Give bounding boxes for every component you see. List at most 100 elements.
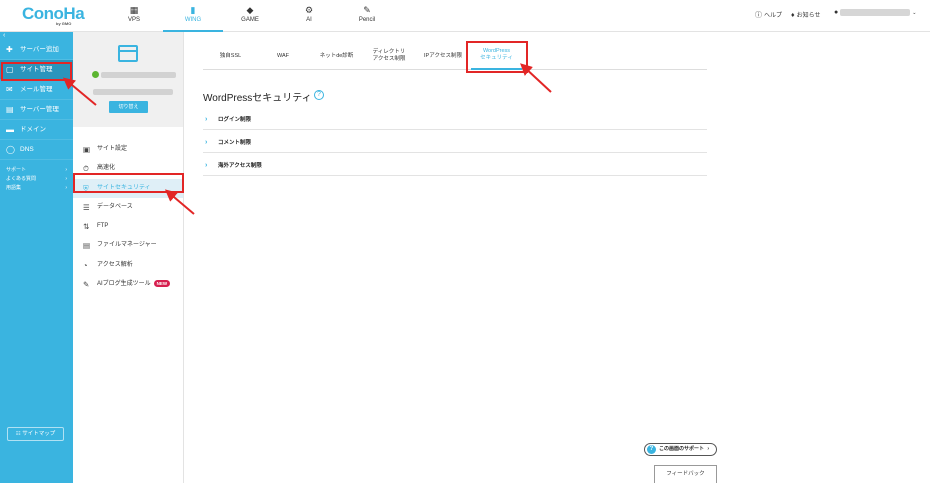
support-label: この画面のサポート (659, 446, 705, 452)
nav-sub-label: よくある質問 (6, 176, 37, 182)
nav-item-domain[interactable]: ▬ ドメイン (0, 120, 73, 140)
nav-sub-support[interactable]: サポート › (0, 166, 73, 175)
ai-blog-icon: ✎ (83, 280, 90, 290)
accordion-label: コメント制限 (218, 140, 252, 146)
notice-link[interactable]: ♦ お知らせ (791, 10, 820, 19)
tab-waf[interactable]: WAF (258, 42, 308, 70)
server-icon: ▦ (129, 5, 139, 15)
question-icon: ? (647, 445, 656, 454)
nav-sub-glossary[interactable]: 用語集 › (0, 184, 73, 193)
nav-item-label: DNS (20, 146, 34, 153)
help-label: ヘルプ (764, 13, 783, 19)
site-card: 切り替え (73, 32, 183, 127)
chevron-right-icon: › (65, 176, 67, 182)
panel-item-label: サイト設定 (97, 146, 128, 152)
panel-item-file-manager[interactable]: ▤ ファイルマネージャー (73, 236, 183, 255)
tab-label: 独自SSL (219, 52, 242, 59)
gamepad-icon: ◆ (246, 5, 254, 15)
service-tab-vps[interactable]: ▦ VPS (104, 0, 164, 32)
service-label: AI (306, 17, 312, 23)
mail-icon: ✉ (6, 85, 13, 94)
panel-item-label: 高速化 (97, 165, 116, 172)
sitemap-label: サイトマップ (22, 431, 56, 437)
chevron-down-icon: ⌄ (912, 10, 917, 17)
panel-item-database[interactable]: ☰ データベース (73, 198, 183, 217)
screen-support-button[interactable]: ? この画面のサポート › (644, 443, 717, 456)
help-icon: ⓘ (755, 12, 762, 19)
site-name-blurred (101, 72, 176, 78)
panel-item-site-settings[interactable]: ▣ サイト設定 (73, 140, 183, 159)
nav-item-label: サーバー管理 (20, 106, 59, 113)
nav-sub-label: サポート (6, 167, 27, 173)
tab-net-diagnosis[interactable]: ネットde診断 (308, 42, 365, 70)
page-title: WordPressセキュリティ (203, 93, 312, 104)
conoha-logo[interactable]: ConoHa by GMO (22, 4, 85, 28)
sitemap-button[interactable]: ☷ サイトマップ (7, 427, 64, 441)
site-panel: 切り替え ▣ サイト設定 ⏱ 高速化 ⛨ サイトセキュリティ ☰ データベース … (73, 32, 184, 483)
domain-icon: ▬ (6, 125, 14, 134)
service-tab-pencil[interactable]: ✎ Pencil (337, 0, 397, 32)
accordion-comment-restriction[interactable]: › コメント制限 (203, 133, 707, 153)
tab-ssl[interactable]: 独自SSL (203, 42, 258, 70)
power-status-icon (92, 71, 99, 78)
tab-ip-access[interactable]: IPアクセス制限 (413, 42, 473, 70)
panel-item-ai-blog[interactable]: ✎ AIブログ生成ツール NEW (73, 275, 183, 294)
feedback-button[interactable]: フィードバック (654, 465, 717, 483)
nav-item-mail-manage[interactable]: ✉ メール管理 (0, 80, 73, 100)
panel-item-label: データベース (97, 203, 133, 210)
logo-text: ConoHa (22, 4, 85, 23)
service-tab-wing[interactable]: ▮ WING (163, 0, 223, 32)
globe-icon: ◯ (6, 145, 15, 154)
nav-sub-label: 用語集 (6, 185, 22, 191)
bell-icon: ♦ (791, 12, 795, 19)
nav-item-dns[interactable]: ◯ DNS (0, 140, 73, 160)
switch-site-button[interactable]: 切り替え (109, 101, 148, 113)
database-icon: ☰ (83, 202, 90, 212)
chevron-right-icon: › (205, 139, 208, 146)
security-tabs: 独自SSL WAF ネットde診断 ディレクトリ アクセス制限 IPアクセス制限… (203, 42, 707, 70)
logo-sub: by GMO (56, 21, 72, 26)
nav-item-add-server[interactable]: ✚ サーバー追加 (0, 40, 73, 60)
panel-item-label: アクセス解析 (97, 261, 133, 268)
pencil-icon: ✎ (363, 5, 371, 15)
tab-directory-access[interactable]: ディレクトリ アクセス制限 (365, 42, 413, 70)
service-label: WING (184, 17, 202, 23)
nav-item-server-manage[interactable]: ▤ サーバー管理 (0, 100, 73, 120)
chevron-right-icon: › (205, 116, 208, 123)
help-question-icon[interactable]: ? (314, 90, 324, 100)
sitemap-icon: ☷ (15, 431, 21, 437)
chevron-right-icon: › (205, 162, 208, 169)
accordion-label: 海外アクセス制限 (218, 163, 262, 169)
service-label: GAME (241, 17, 259, 23)
annotation-box-site-security (73, 173, 184, 193)
account-menu[interactable]: ● ⌄ (834, 9, 916, 16)
chevron-right-icon: › (65, 185, 67, 191)
nav-item-label: メール管理 (20, 86, 53, 93)
panel-item-access-analysis[interactable]: ◔ アクセス解析 (73, 256, 183, 275)
service-tab-ai[interactable]: ⚙ AI (279, 0, 339, 32)
annotation-box-site-manage (1, 62, 72, 81)
nav-item-label: ドメイン (20, 126, 46, 133)
accordion-login-restriction[interactable]: › ログイン制限 (203, 110, 707, 130)
site-settings-icon: ▣ (83, 145, 91, 154)
ftp-icon: ⇅ (83, 222, 90, 232)
nav-item-label: サーバー追加 (20, 46, 59, 53)
service-label: Pencil (358, 17, 376, 23)
pie-chart-icon: ◔ (83, 260, 88, 270)
tab-label: WAF (276, 52, 289, 59)
plus-icon: ✚ (6, 45, 13, 54)
panel-item-label: ファイルマネージャー (97, 242, 157, 249)
left-nav: ‹ ✚ サーバー追加 ▢ サイト管理 ✉ メール管理 ▤ サーバー管理 ▬ ドメ… (0, 32, 73, 483)
notice-label: お知らせ (796, 13, 821, 19)
account-name-blurred (840, 9, 911, 16)
nav-sub-faq[interactable]: よくある質問 › (0, 175, 73, 184)
tab-label: ネットde診断 (319, 52, 354, 59)
ai-icon: ⚙ (304, 5, 314, 15)
tab-label: ディレクトリ アクセス制限 (372, 49, 406, 62)
collapse-nav-icon[interactable]: ‹ (0, 32, 73, 40)
accordion-overseas-access[interactable]: › 海外アクセス制限 (203, 156, 707, 176)
panel-item-ftp[interactable]: ⇅ FTP (73, 217, 183, 236)
help-link[interactable]: ⓘ ヘルプ (755, 10, 782, 20)
service-tab-game[interactable]: ◆ GAME (220, 0, 280, 32)
browser-window-icon (118, 45, 138, 62)
